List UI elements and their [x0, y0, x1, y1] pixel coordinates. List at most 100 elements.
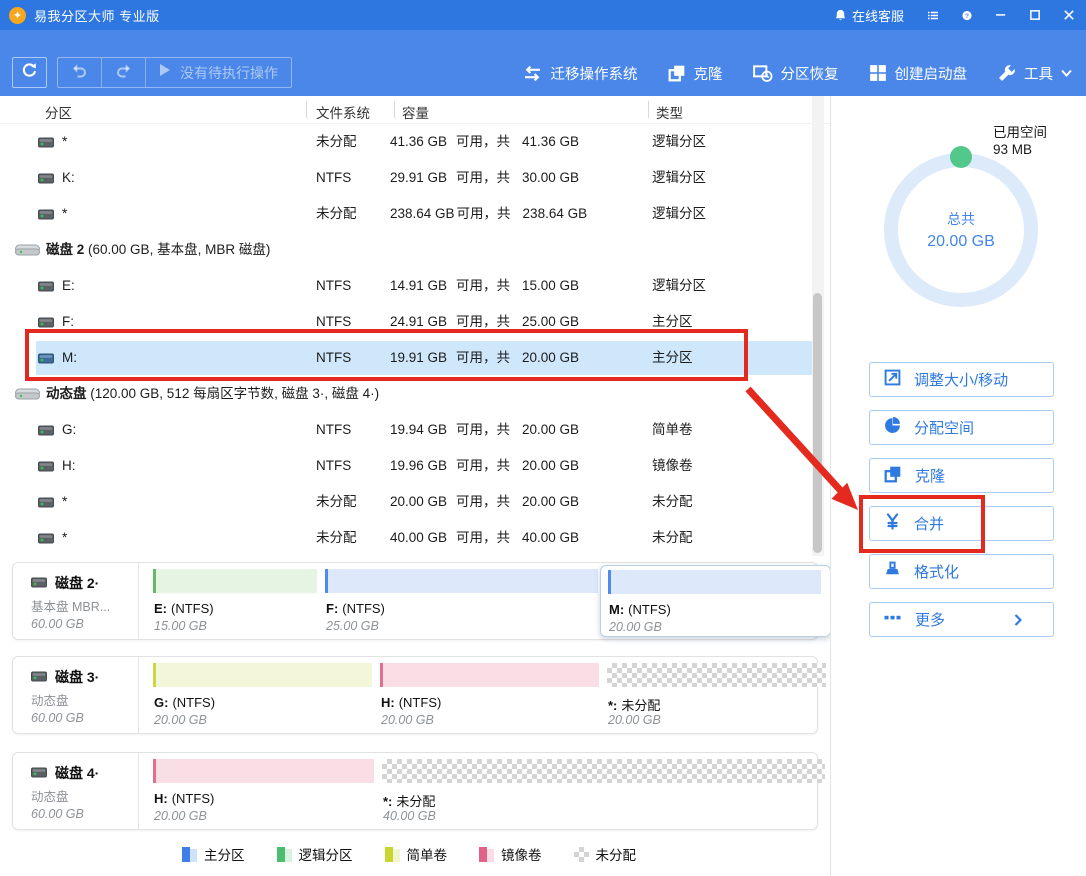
partition-bar: [325, 569, 598, 593]
create-bootable-icon: [869, 64, 887, 82]
menu-list-button[interactable]: [916, 0, 950, 30]
disk-size: 60.00 GB: [31, 711, 138, 725]
drive-icon: [38, 281, 54, 292]
online-service-button[interactable]: 在线客服: [822, 0, 916, 30]
legend-swatch: [385, 847, 400, 862]
more-button[interactable]: 更多: [869, 602, 1054, 637]
table-row[interactable]: *未分配238.64 GB可用，共238.64 GB逻辑分区: [0, 196, 830, 232]
column-header-capacity: 容量: [402, 102, 429, 122]
toolbar: 没有待执行操作 迁移操作系统 克隆 分区恢复 创建启动盘 工具: [0, 30, 1086, 96]
redo-button[interactable]: [101, 58, 145, 87]
partition-pane: 分区 文件系统 容量 类型 *未分配41.36 GB可用，共41.36 GB逻辑…: [0, 96, 830, 876]
clone-icon: [668, 64, 686, 82]
partition-filesystem: NTFS: [316, 304, 351, 340]
legend-item-primary: 主分区: [182, 844, 245, 864]
partition-block[interactable]: F:(NTFS)25.00 GB: [325, 569, 598, 635]
nav-create-bootable[interactable]: 创建启动盘: [869, 63, 968, 84]
nav-migrate-os[interactable]: 迁移操作系统: [522, 63, 638, 84]
disk-group-row[interactable]: 动态盘 (120.00 GB, 512 每扇区字节数, 磁盘 3·, 磁盘 4·…: [0, 376, 830, 412]
pending-operations-group: 没有待执行操作: [57, 57, 292, 88]
capacity-separator: 可用，共: [456, 124, 510, 160]
partition-block-size: 40.00 GB: [383, 809, 436, 823]
partition-capacity: 238.64 GB可用，共238.64 GB: [390, 196, 587, 232]
partition-block-label: G:(NTFS): [154, 695, 215, 710]
partition-block-selected[interactable]: M:(NTFS)20.00 GB: [600, 565, 831, 637]
partition-bar: [607, 663, 826, 687]
nav-clone[interactable]: 克隆: [668, 63, 723, 84]
partition-bar: [153, 759, 374, 783]
partition-capacity: 14.91 GB可用，共15.00 GB: [390, 268, 579, 304]
table-row-selected[interactable]: M:NTFS19.91 GB可用，共20.00 GB主分区: [0, 340, 830, 376]
partition-capacity: 29.91 GB可用，共30.00 GB: [390, 160, 579, 196]
merge-button[interactable]: 合并: [869, 506, 1054, 541]
drive-icon: [38, 173, 54, 184]
drive-icon: [38, 317, 54, 328]
capacity-total: 15.00 GB: [522, 268, 579, 304]
drive-icon: [38, 425, 54, 436]
capacity-free: 41.36 GB: [390, 124, 454, 160]
refresh-button[interactable]: [12, 57, 47, 88]
partition-filesystem: 未分配: [316, 196, 357, 232]
table-row[interactable]: H:NTFS19.96 GB可用，共20.00 GB镜像卷: [0, 448, 830, 484]
clone-icon: [884, 465, 915, 487]
partition-block-label: H:(NTFS): [154, 791, 214, 806]
undo-button[interactable]: [58, 58, 101, 87]
table-row[interactable]: G:NTFS19.94 GB可用，共20.00 GB简单卷: [0, 412, 830, 448]
action-button-label: 合并: [914, 513, 944, 534]
legend-item-logical: 逻辑分区: [277, 844, 353, 864]
partition-block-size: 20.00 GB: [381, 713, 434, 727]
help-button[interactable]: ?: [950, 0, 984, 30]
resize-move-button[interactable]: 调整大小/移动: [869, 362, 1054, 397]
donut-total-label: 总共: [947, 209, 975, 229]
partition-name: *: [62, 484, 67, 520]
sidebar: 总共 20.00 GB 已用空间 93 MB 调整大小/移动分配空间克隆合并格式…: [830, 96, 1086, 876]
partition-block-label: F:(NTFS): [326, 601, 385, 616]
nav-partition-recovery[interactable]: 分区恢复: [753, 63, 839, 84]
capacity-separator: 可用，共: [456, 304, 510, 340]
allocate-space-button[interactable]: 分配空间: [869, 410, 1054, 445]
partition-block-size: 20.00 GB: [154, 809, 207, 823]
capacity-separator: 可用，共: [456, 448, 510, 484]
table-row[interactable]: E:NTFS14.91 GB可用，共15.00 GB逻辑分区: [0, 268, 830, 304]
partition-block[interactable]: *:未分配20.00 GB: [607, 663, 826, 729]
drive-icon: [38, 461, 54, 472]
table-row[interactable]: K:NTFS29.91 GB可用，共30.00 GB逻辑分区: [0, 160, 830, 196]
partition-block-size: 20.00 GB: [608, 713, 661, 727]
clone-button[interactable]: 克隆: [869, 458, 1054, 493]
refresh-icon: [21, 62, 38, 84]
partition-filesystem: NTFS: [316, 448, 351, 484]
table-row[interactable]: *未分配20.00 GB可用，共20.00 GB未分配: [0, 484, 830, 520]
capacity-total: 20.00 GB: [522, 448, 579, 484]
scrollbar-thumb[interactable]: [813, 293, 822, 553]
partition-block[interactable]: E:(NTFS)15.00 GB: [153, 569, 317, 635]
partition-name: H:: [62, 448, 76, 484]
action-button-label: 克隆: [915, 465, 945, 486]
nav-tools[interactable]: 工具: [997, 63, 1072, 84]
minimize-button[interactable]: [984, 0, 1018, 30]
execute-operations-button[interactable]: 没有待执行操作: [145, 58, 291, 87]
partition-block-label: *:未分配: [608, 695, 660, 714]
disk-card: 磁盘 4·动态盘60.00 GBH:(NTFS)20.00 GB*:未分配40.…: [12, 752, 818, 830]
tools-icon: [997, 64, 1016, 83]
partition-name: E:: [62, 268, 75, 304]
table-row[interactable]: *未分配40.00 GB可用，共40.00 GB未分配: [0, 520, 830, 556]
title-bar: ✦ 易我分区大师 专业版 在线客服 ?: [0, 0, 1086, 30]
redo-icon: [115, 63, 132, 83]
resize-move-icon: [884, 369, 914, 390]
partition-filesystem: 未分配: [316, 520, 357, 556]
close-button[interactable]: [1052, 0, 1086, 30]
column-header-partition: 分区: [45, 102, 72, 122]
table-row[interactable]: F:NTFS24.91 GB可用，共25.00 GB主分区: [0, 304, 830, 340]
capacity-free: 24.91 GB: [390, 304, 454, 340]
partition-block[interactable]: G:(NTFS)20.00 GB: [153, 663, 372, 729]
partition-type: 镜像卷: [652, 448, 693, 484]
disk-group-row[interactable]: 磁盘 2 (60.00 GB, 基本盘, MBR 磁盘): [0, 232, 830, 268]
table-row[interactable]: *未分配41.36 GB可用，共41.36 GB逻辑分区: [0, 124, 830, 160]
partition-block-label: *:未分配: [383, 791, 435, 810]
partition-block[interactable]: H:(NTFS) 20.00 GB: [153, 759, 374, 825]
partition-block[interactable]: *:未分配40.00 GB: [382, 759, 825, 825]
svg-text:?: ?: [965, 12, 969, 19]
partition-block[interactable]: H:(NTFS)20.00 GB: [380, 663, 599, 729]
maximize-button[interactable]: [1018, 0, 1052, 30]
format-button[interactable]: 格式化: [869, 554, 1054, 589]
